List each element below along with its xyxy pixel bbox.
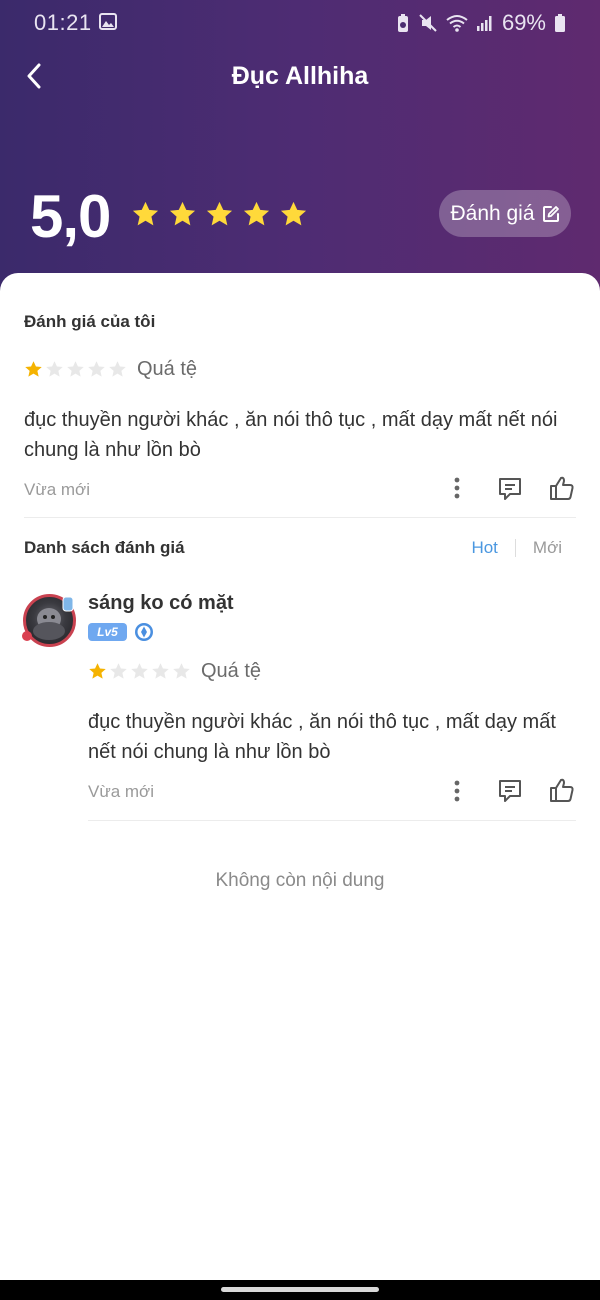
star-filled-icon bbox=[132, 201, 159, 226]
verified-badge-icon bbox=[135, 623, 153, 641]
status-icons: 69% bbox=[396, 10, 566, 36]
star-filled-icon bbox=[89, 663, 106, 679]
my-review-comment-button[interactable] bbox=[496, 475, 524, 503]
image-notification-icon bbox=[99, 13, 117, 30]
average-stars bbox=[131, 200, 308, 229]
more-vertical-icon bbox=[454, 477, 460, 499]
battery-icon bbox=[555, 14, 565, 32]
star-empty-icon bbox=[109, 361, 126, 377]
reviews-list-title: Danh sách đánh giá bbox=[24, 538, 185, 557]
my-review-rating: Quá tệ bbox=[24, 358, 197, 381]
comment-icon bbox=[499, 478, 521, 500]
section-divider bbox=[24, 517, 576, 518]
my-review-time: Vừa mới bbox=[24, 480, 90, 499]
star-filled-icon bbox=[243, 201, 270, 226]
thumbs-up-icon bbox=[550, 778, 574, 802]
review-rating: Quá tệ bbox=[88, 660, 261, 683]
star-empty-icon bbox=[110, 663, 127, 679]
page-title: Đục Allhiha bbox=[231, 62, 369, 90]
my-review-like-button[interactable] bbox=[548, 474, 576, 502]
my-review-title: Đánh giá của tôi bbox=[24, 312, 156, 331]
wifi-icon bbox=[446, 15, 468, 32]
star-empty-icon bbox=[46, 361, 63, 377]
home-gesture-bar[interactable] bbox=[221, 1287, 379, 1292]
star-empty-icon bbox=[173, 663, 190, 679]
avatar[interactable] bbox=[22, 594, 76, 647]
system-navigation-bar bbox=[0, 1280, 600, 1300]
header: 01:21 69% Đục Allhiha 5,0 Đánh giá bbox=[0, 0, 600, 300]
avatar-frame-gem-icon bbox=[62, 596, 74, 612]
comment-icon bbox=[499, 780, 521, 802]
review-text: đục thuyền người khác , ăn nói thô tục ,… bbox=[88, 711, 556, 763]
review-stars bbox=[88, 662, 191, 681]
more-vertical-icon bbox=[454, 780, 460, 802]
status-bar: 01:21 69% bbox=[0, 0, 600, 46]
review-comment-button[interactable] bbox=[496, 777, 524, 805]
star-filled-icon bbox=[206, 201, 233, 226]
sort-tabs: Hot Mới bbox=[471, 538, 562, 558]
edit-icon bbox=[542, 205, 559, 222]
username[interactable]: sáng ko có mặt bbox=[88, 592, 234, 615]
mute-icon bbox=[419, 14, 437, 32]
battery-saver-icon bbox=[397, 14, 408, 32]
review-like-button[interactable] bbox=[548, 776, 576, 804]
review-time: Vừa mới bbox=[88, 782, 154, 801]
my-review-text: đục thuyền người khác , ăn nói thô tục ,… bbox=[24, 409, 558, 461]
star-empty-icon bbox=[88, 361, 105, 377]
signal-icon bbox=[476, 16, 492, 31]
average-score: 5,0 bbox=[30, 183, 111, 250]
avatar-frame-decoration bbox=[22, 631, 32, 641]
star-filled-icon bbox=[280, 201, 307, 226]
rate-button-label: Đánh giá bbox=[450, 201, 535, 225]
review-rating-label: Quá tệ bbox=[201, 660, 262, 682]
rate-button[interactable]: Đánh giá bbox=[439, 190, 571, 237]
status-time: 01:21 bbox=[34, 10, 92, 35]
star-filled-icon bbox=[169, 201, 196, 226]
review-more-button[interactable] bbox=[444, 777, 470, 805]
end-of-list-text: Không còn nội dung bbox=[215, 870, 385, 891]
review-divider bbox=[88, 820, 576, 821]
star-filled-icon bbox=[25, 361, 42, 377]
my-review-stars bbox=[24, 360, 127, 379]
battery-percent: 69% bbox=[501, 10, 546, 35]
level-badge: Lv5 bbox=[88, 623, 127, 641]
tab-hot[interactable]: Hot bbox=[471, 538, 497, 558]
thumbs-up-icon bbox=[550, 476, 574, 500]
my-review-more-button[interactable] bbox=[444, 474, 470, 502]
my-review-rating-label: Quá tệ bbox=[137, 358, 198, 380]
star-empty-icon bbox=[67, 361, 84, 377]
star-empty-icon bbox=[152, 663, 169, 679]
star-empty-icon bbox=[131, 663, 148, 679]
tab-separator bbox=[514, 539, 516, 557]
tab-new[interactable]: Mới bbox=[533, 538, 562, 558]
